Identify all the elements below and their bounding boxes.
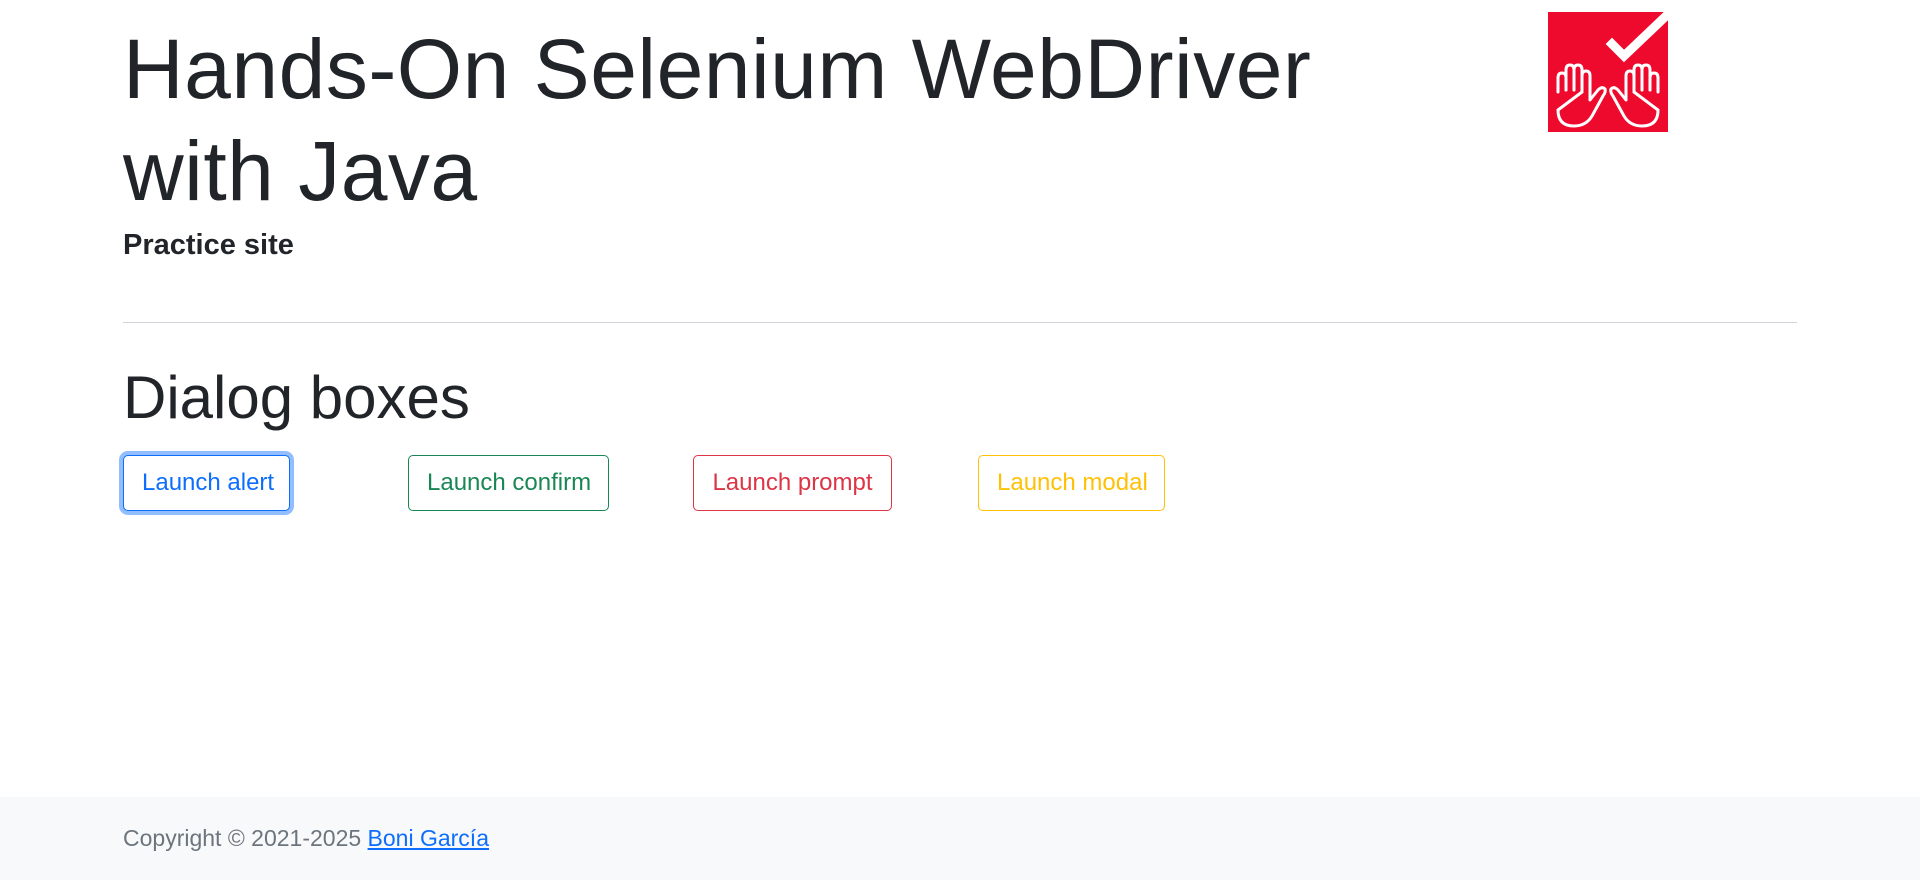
copyright-text: Copyright © 2021-2025 xyxy=(123,825,362,851)
launch-modal-button[interactable]: Launch modal xyxy=(978,455,1165,511)
page-header: Hands-On Selenium WebDriver with Java Pr… xyxy=(123,0,1797,300)
page: Hands-On Selenium WebDriver with Java Pr… xyxy=(0,0,1920,880)
page-title: Hands-On Selenium WebDriver with Java xyxy=(123,22,1312,218)
footer-copyright: Copyright © 2021-2025 Boni García xyxy=(123,821,489,855)
header-divider xyxy=(123,322,1797,323)
author-link[interactable]: Boni García xyxy=(368,825,489,851)
launch-alert-button[interactable]: Launch alert xyxy=(123,455,290,511)
hands-checkmark-icon xyxy=(1556,12,1668,128)
launch-confirm-button[interactable]: Launch confirm xyxy=(408,455,609,511)
page-subtitle: Practice site xyxy=(123,229,294,261)
page-footer: Copyright © 2021-2025 Boni García xyxy=(0,797,1920,880)
section-title: Dialog boxes xyxy=(123,364,470,431)
logo xyxy=(1548,12,1668,132)
launch-prompt-button[interactable]: Launch prompt xyxy=(693,455,892,511)
